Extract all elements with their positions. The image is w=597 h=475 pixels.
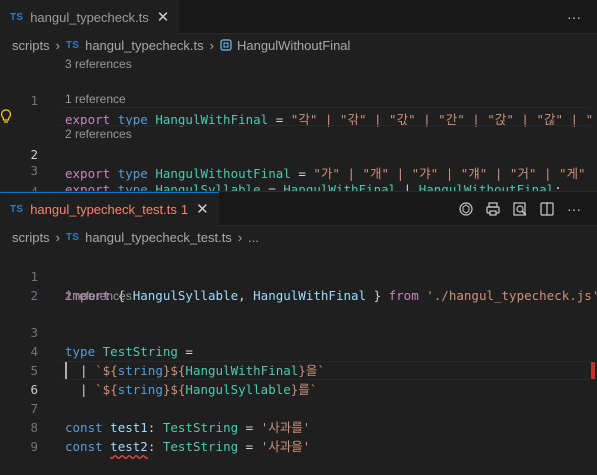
brace: } <box>366 288 389 303</box>
code-line: 4 | `${string}${HangulWithFinal}을` <box>0 323 597 378</box>
tab-hangul-typecheck-test[interactable]: TS hangul_typecheck_test.ts 1 ✕ <box>0 192 219 226</box>
problem-count-badge: 1 <box>180 202 189 217</box>
breadcrumb-symbol[interactable]: HangulWithoutFinal <box>237 38 350 53</box>
tab-bar-top: TS hangul_typecheck.ts ✕ ··· <box>0 0 597 34</box>
close-icon[interactable]: ✕ <box>196 202 209 217</box>
editor-actions-top: ··· <box>565 0 583 34</box>
operator: = <box>238 439 261 454</box>
editor-group-bottom: TS hangul_typecheck_test.ts 1 ✕ ··· scri… <box>0 191 597 464</box>
code-line: 1 export type HangulWithFinal = "각" | "갂… <box>0 72 597 127</box>
chevron-right-icon: › <box>209 37 214 53</box>
lightbulb-icon[interactable] <box>0 109 12 124</box>
code-line: 9 <box>0 418 597 454</box>
chevron-right-icon: › <box>55 37 60 53</box>
code-line: 3 export type HangulSyllable = HangulWit… <box>0 142 597 197</box>
breadcrumb: scripts › TS hangul_typecheck.ts › Hangu… <box>0 34 597 56</box>
chevron-right-icon: › <box>237 229 243 245</box>
breadcrumb-ellipsis[interactable]: ... <box>248 230 259 245</box>
breadcrumb-file[interactable]: hangul_typecheck.ts <box>85 38 204 53</box>
tab-label: hangul_typecheck.ts <box>30 10 149 25</box>
error-marker[interactable] <box>591 362 595 379</box>
close-icon[interactable]: ✕ <box>157 10 170 25</box>
module-path: './hangul_typecheck.js' <box>418 288 597 303</box>
code-line: 5 | `${string}${HangulSyllable}를` <box>0 342 597 397</box>
tab-bar-bottom: TS hangul_typecheck_test.ts 1 ✕ ··· <box>0 192 597 226</box>
chevron-right-icon: › <box>55 229 60 245</box>
code-editor-bottom[interactable]: 1 import { HangulSyllable, HangulWithFin… <box>0 248 597 463</box>
comma: , <box>238 288 254 303</box>
codelens-references[interactable]: 3 references <box>65 56 132 73</box>
colon: : <box>147 439 163 454</box>
code-line: 1 import { HangulSyllable, HangulWithFin… <box>0 248 597 303</box>
codelens-references[interactable]: 2 references <box>65 288 132 305</box>
import-name: HangulWithFinal <box>253 288 367 303</box>
code-line: 2 <box>0 267 597 303</box>
tab-hangul-typecheck[interactable]: TS hangul_typecheck.ts ✕ <box>0 0 180 34</box>
code-editor-top[interactable]: 3 references 1 export type HangulWithFin… <box>0 56 597 199</box>
print-icon[interactable] <box>484 200 502 218</box>
variable-name-error[interactable]: test2 <box>110 439 148 454</box>
keyword: from <box>388 288 419 303</box>
codelens-references[interactable]: 1 reference <box>65 91 126 108</box>
codelens-references[interactable]: 2 references <box>65 126 132 143</box>
typescript-file-icon: TS <box>10 12 24 23</box>
line-number: 2 <box>30 288 38 303</box>
code-line: 3 type TestString = <box>0 304 597 359</box>
code-line: 8 const test2: TestString = '사과을' <box>0 399 597 454</box>
editor-actions-bottom: ··· <box>457 192 583 226</box>
preview-search-icon[interactable] <box>511 200 529 218</box>
code-line: 6 <box>0 361 597 397</box>
text-cursor <box>65 362 67 379</box>
typescript-file-icon: TS <box>65 39 80 51</box>
more-actions-icon[interactable]: ··· <box>565 200 583 218</box>
tab-label: hangul_typecheck_test.ts <box>30 202 177 217</box>
more-actions-icon[interactable]: ··· <box>565 8 583 26</box>
editor-group-top: TS hangul_typecheck.ts ✕ ··· scripts › T… <box>0 0 597 199</box>
breadcrumb-folder[interactable]: scripts <box>12 230 50 245</box>
copilot-icon[interactable] <box>457 200 475 218</box>
breadcrumb-file[interactable]: hangul_typecheck_test.ts <box>85 230 232 245</box>
string-literal: '사과을' <box>260 439 311 454</box>
type-ref: TestString <box>162 439 239 454</box>
code-line: 2 export type HangulWithoutFinal = "가" |… <box>0 107 597 181</box>
typescript-file-icon: TS <box>10 204 24 215</box>
typescript-file-icon: TS <box>65 231 80 243</box>
keyword: const <box>65 439 103 454</box>
type-symbol-icon <box>220 39 232 51</box>
split-editor-icon[interactable] <box>538 200 556 218</box>
line-number: 9 <box>30 439 38 454</box>
code-line: 7 const test1: TestString = '사과를' <box>0 380 597 435</box>
breadcrumb-folder[interactable]: scripts <box>12 38 50 53</box>
breadcrumb: scripts › TS hangul_typecheck_test.ts › … <box>0 226 597 248</box>
code-line: 4 <box>0 163 597 199</box>
import-name: HangulSyllable <box>132 288 239 303</box>
